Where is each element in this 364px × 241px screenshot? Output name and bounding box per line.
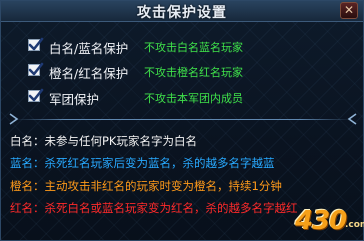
legion-protection-checkbox[interactable]: [28, 88, 44, 102]
attack-protection-dialog: 攻击保护设置 ✕ 白名/蓝名保护 不攻击白名蓝名玩家 橙名/红名保护 不攻击橙名…: [0, 0, 364, 241]
option-label: 橙名/红名保护: [49, 66, 129, 81]
option-description: 不攻击白名蓝名玩家: [144, 41, 243, 54]
site-watermark-logo: 430 .com: [295, 206, 364, 240]
close-button[interactable]: ✕: [340, 2, 358, 19]
checkmark-icon: [28, 88, 44, 102]
rule-red-name: 红名：杀死白名或蓝名玩家变为红名，杀的越多名字越红: [10, 201, 298, 215]
checkmark-icon: [28, 62, 44, 76]
title-bar: 攻击保护设置 ✕: [1, 1, 363, 22]
option-label: 白名/蓝名保护: [49, 41, 129, 56]
option-description: 不攻击本军团内成员: [144, 92, 243, 105]
rule-blue-name: 蓝名：杀死红名玩家后变为蓝名，杀的越多名字越蓝: [10, 156, 275, 170]
checkmark-icon: [28, 37, 44, 51]
option-label: 军团保护: [49, 92, 100, 107]
watermark-main-text: 430: [295, 206, 347, 236]
rule-orange-name: 橙名：主动攻击非红名的玩家时变为橙名，持续1分钟: [10, 179, 282, 193]
section-divider: [15, 119, 351, 120]
dialog-title: 攻击保护设置: [137, 5, 227, 21]
option-description: 不攻击橙名红名玩家: [144, 66, 243, 79]
rule-white-name: 白名：未参与任何PK玩家名字为白名: [10, 134, 197, 148]
divider-ornament-right-icon: [347, 113, 357, 125]
orange-red-protection-checkbox[interactable]: [28, 62, 44, 76]
white-blue-protection-checkbox[interactable]: [28, 37, 44, 51]
watermark-suffix-text: .com: [345, 220, 364, 230]
